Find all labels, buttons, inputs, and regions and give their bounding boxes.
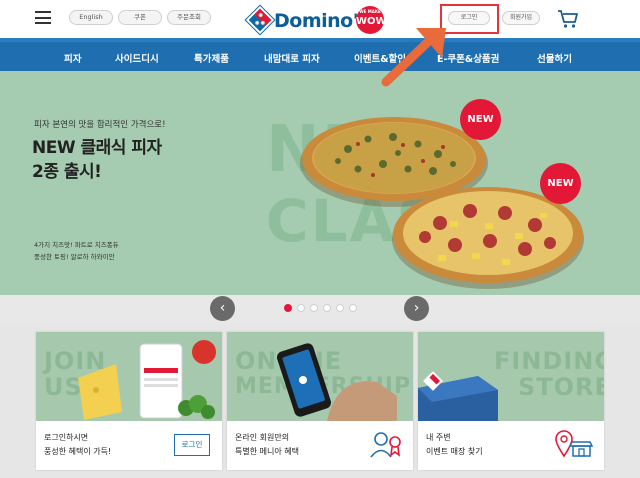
cart-icon[interactable] [557, 9, 579, 29]
nav-item-pizza[interactable]: 피자 [64, 51, 81, 65]
card-store-line1: 내 주변 [426, 433, 451, 442]
nav-item-special[interactable]: 특가제품 [194, 51, 229, 65]
wow-badge: WE MAKE WOW [356, 6, 387, 34]
card-store-image: FINDING STORE [418, 332, 604, 421]
order-lookup-button[interactable]: 주문조회 [167, 10, 211, 25]
hero-title-line2: 2종 출시! [32, 162, 102, 182]
main-nav: 피자 사이드디시 특가제품 내맘대로 피자 이벤트&할인 E-쿠폰&상품권 선물… [0, 38, 640, 71]
slider-dot-4[interactable] [323, 304, 331, 312]
card-join-line1: 로그인하시면 [44, 433, 89, 442]
card-membership-illustration [276, 343, 397, 421]
store-location-icon [555, 430, 594, 458]
nav-item-gift[interactable]: 선물하기 [537, 51, 572, 65]
card-membership[interactable]: ONLINE MEMBERSHIP 온라인 회원만의 특별한 메니아 혜택 [227, 332, 413, 470]
nav-item-custom-pizza[interactable]: 내맘대로 피자 [264, 51, 320, 65]
brand-name: Domino's [274, 10, 369, 32]
card-store-finder[interactable]: FINDING STORE 내 주변 이벤트 매장 찾기 [418, 332, 604, 470]
language-button[interactable]: English [69, 10, 113, 25]
card-login-button[interactable]: 로그인 [174, 434, 210, 456]
hero-title-line1: NEW 클래식 피자 [32, 138, 162, 158]
hero-subtitle: 피자 본연의 맛을 합리적인 가격으로! [34, 120, 166, 130]
wow-badge-top: WE MAKE [359, 9, 381, 14]
new-badge-2: NEW [540, 163, 581, 204]
card-store-watermark-2: STORE [518, 373, 604, 401]
logo-tile-icon [245, 5, 275, 35]
signup-button[interactable]: 회원가입 [502, 11, 540, 25]
card-join-illustration [78, 340, 216, 420]
slider-dot-5[interactable] [336, 304, 344, 312]
membership-icon [370, 432, 401, 458]
slider-controls: ‹ › [0, 295, 640, 324]
hero-note-line1: 4가지 치즈맛! 파트로 치즈퐁듀 [34, 241, 119, 249]
card-store-line2: 이벤트 매장 찾기 [426, 447, 483, 456]
nav-item-events[interactable]: 이벤트&할인 [354, 51, 406, 65]
page: English 쿠폰 주문조회 Domino's WE MAKE WOW 로그인… [0, 0, 640, 478]
site-header: English 쿠폰 주문조회 Domino's WE MAKE WOW 로그인… [0, 0, 640, 38]
slider-next-button[interactable]: › [404, 296, 429, 321]
slider-prev-button[interactable]: ‹ [210, 296, 235, 321]
nav-item-side-dish[interactable]: 사이드디시 [115, 51, 159, 65]
card-membership-image: ONLINE MEMBERSHIP [227, 332, 413, 421]
card-membership-line1: 온라인 회원만의 [235, 433, 290, 442]
wow-badge-text: WOW [356, 16, 387, 27]
slider-dot-6[interactable] [349, 304, 357, 312]
menu-icon[interactable] [35, 11, 51, 24]
nav-item-ecoupon[interactable]: E-쿠폰&상품권 [437, 51, 499, 65]
slider-dot-1[interactable] [284, 304, 292, 312]
hero-banner[interactable]: NE CLASS 피자 본연의 맛을 합리적인 가격으로! NEW 클래식 피자… [0, 71, 640, 295]
slider-dot-3[interactable] [310, 304, 318, 312]
card-join-line2: 풍성한 혜택이 가득! [44, 447, 112, 456]
card-join[interactable]: JOIN US 로그인하시면 풍성한 혜택이 가득! 로그인 [36, 332, 222, 470]
card-membership-line2: 특별한 메니아 혜택 [235, 447, 299, 456]
dominos-logo[interactable]: Domino's WE MAKE WOW [245, 5, 390, 38]
hero-note-line2: 풍성한 토핑! 알로하 하와이안 [34, 253, 115, 261]
coupon-button[interactable]: 쿠폰 [118, 10, 162, 25]
card-join-image: JOIN US [36, 332, 222, 421]
slider-dot-2[interactable] [297, 304, 305, 312]
login-highlight-box [440, 4, 499, 34]
new-badge-1: NEW [460, 99, 501, 140]
card-store-illustration [418, 371, 498, 421]
card-store-watermark-1: FINDING [494, 347, 604, 375]
